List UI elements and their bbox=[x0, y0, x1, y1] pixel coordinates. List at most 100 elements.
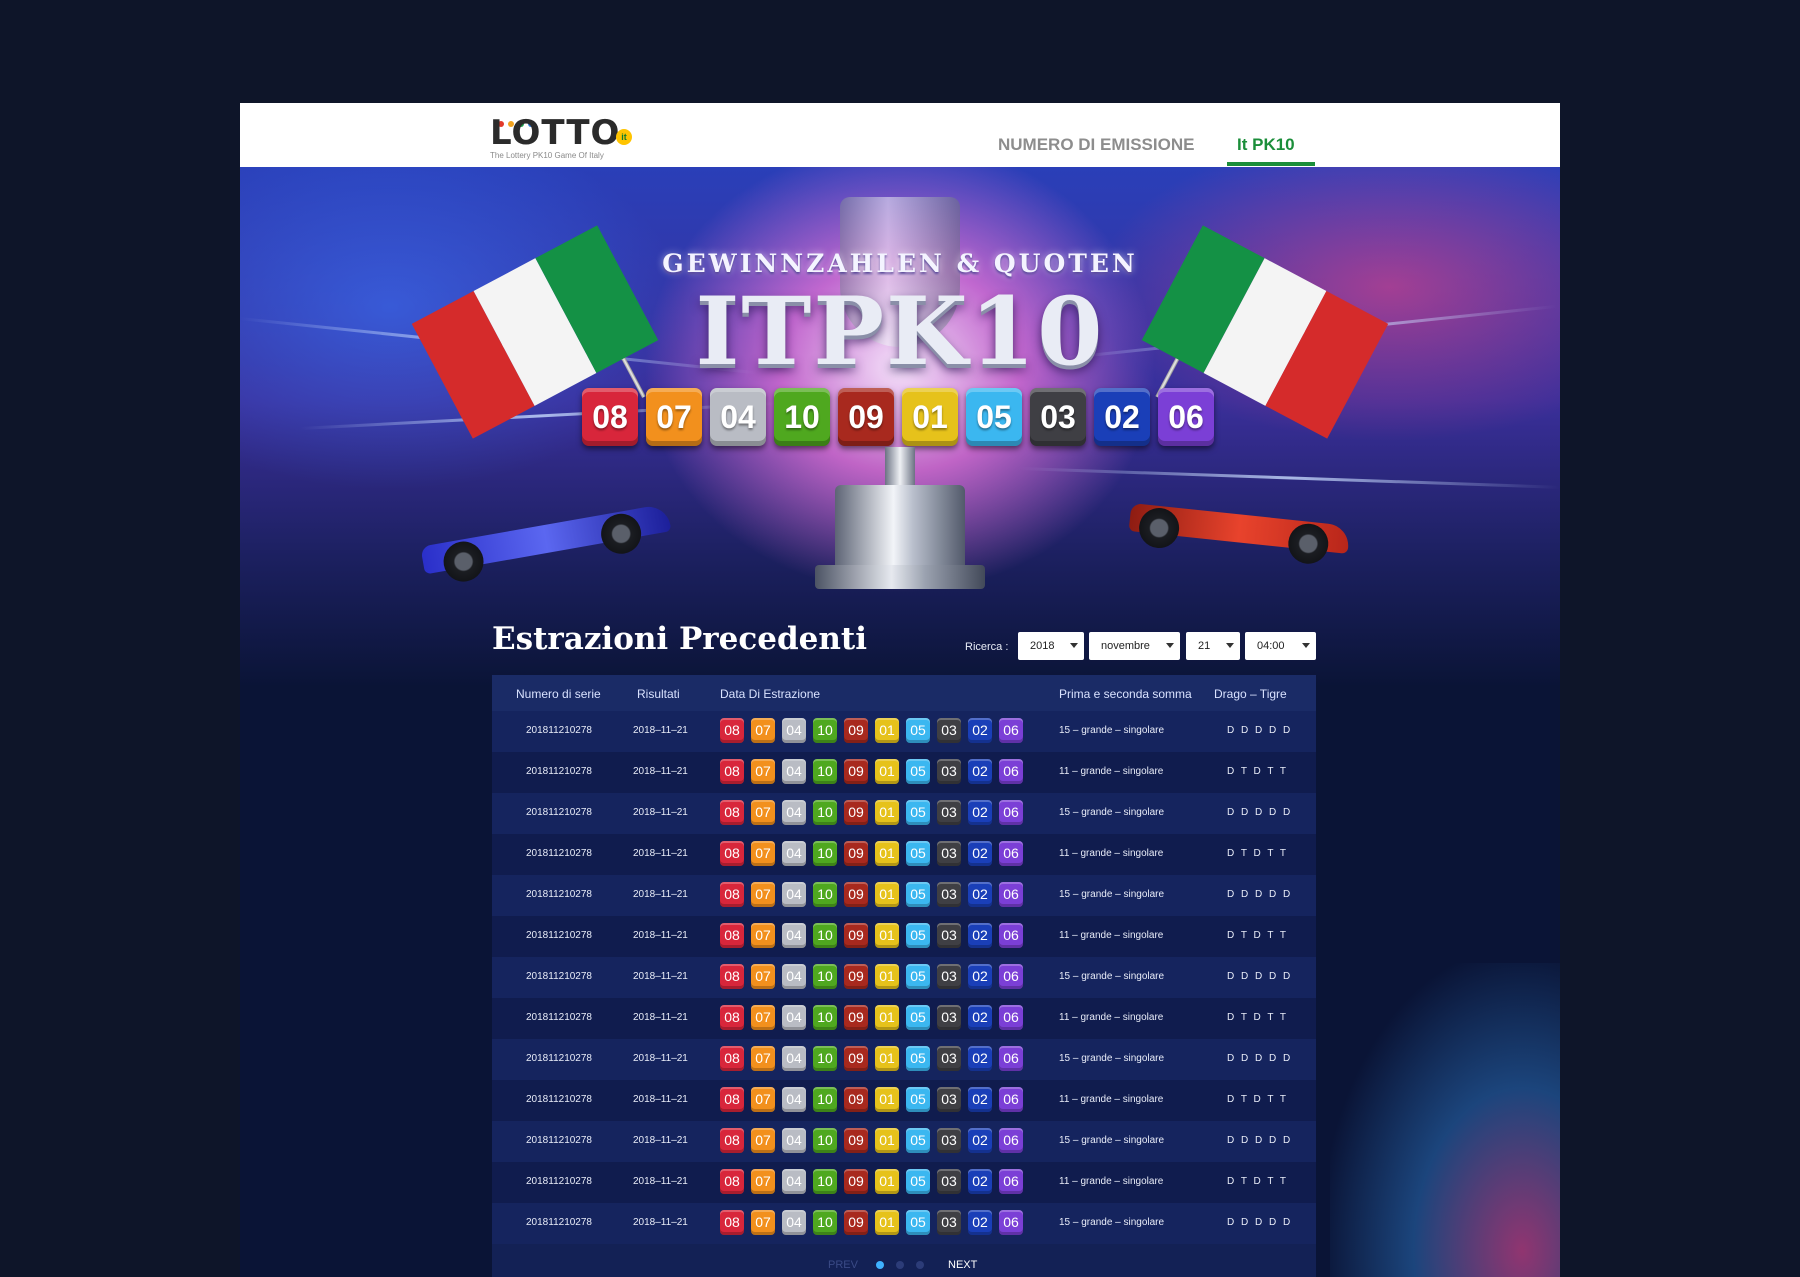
first-second-sum: 11 – grande – singolare bbox=[1059, 1012, 1164, 1023]
table-row[interactable]: 201811210278 2018–11–21 08 07 04 10 09 01 05 03 02… bbox=[492, 998, 1316, 1039]
time-select[interactable]: 04:00 bbox=[1245, 632, 1316, 660]
number-ball: 04 bbox=[782, 841, 806, 866]
light-streak bbox=[1019, 467, 1560, 489]
number-ball: 05 bbox=[906, 1210, 930, 1235]
day-select[interactable]: 21 bbox=[1186, 632, 1240, 660]
page: LOTTO it The Lottery PK10 Game Of Italy … bbox=[240, 103, 1560, 1277]
number-ball: 03 bbox=[937, 718, 961, 743]
number-ball: 05 bbox=[906, 718, 930, 743]
draw-date: 2018–11–21 bbox=[633, 1012, 688, 1023]
year-select[interactable]: 2018 bbox=[1018, 632, 1084, 660]
table-row[interactable]: 201811210278 2018–11–21 08 07 04 10 09 01 05 03 02… bbox=[492, 1203, 1316, 1244]
number-ball: 01 bbox=[875, 1005, 899, 1030]
next-page-button[interactable]: NEXT bbox=[948, 1259, 977, 1271]
pagination: PREV NEXT bbox=[492, 1255, 1316, 1275]
draw-date: 2018–11–21 bbox=[633, 807, 688, 818]
dragon-tiger: D T D T T bbox=[1227, 1094, 1288, 1105]
number-ball: 06 bbox=[999, 1210, 1023, 1235]
number-ball: 08 bbox=[720, 1005, 744, 1030]
table-row[interactable]: 201811210278 2018–11–21 08 07 04 10 09 01 05 03 02… bbox=[492, 875, 1316, 916]
number-ball: 05 bbox=[906, 1128, 930, 1153]
number-ball: 03 bbox=[937, 1128, 961, 1153]
page-dot-active[interactable] bbox=[876, 1261, 884, 1269]
number-ball: 07 bbox=[751, 759, 775, 784]
number-ball: 02 bbox=[968, 800, 992, 825]
month-select-value: novembre bbox=[1101, 640, 1150, 652]
number-ball: 07 bbox=[751, 1210, 775, 1235]
number-ball: 04 bbox=[782, 1005, 806, 1030]
table-row[interactable]: 201811210278 2018–11–21 08 07 04 10 09 01 05 03 02… bbox=[492, 957, 1316, 998]
hero-number-ball: 07 bbox=[646, 388, 702, 446]
table-row[interactable]: 201811210278 2018–11–21 08 07 04 10 09 01 05 03 02… bbox=[492, 834, 1316, 875]
serial-number: 201811210278 bbox=[526, 889, 592, 900]
number-ball: 09 bbox=[844, 1128, 868, 1153]
dragon-tiger: D T D T T bbox=[1227, 766, 1288, 777]
hero-number-ball: 10 bbox=[774, 388, 830, 446]
table-row[interactable]: 201811210278 2018–11–21 08 07 04 10 09 01 05 03 02… bbox=[492, 1039, 1316, 1080]
number-ball: 08 bbox=[720, 759, 744, 784]
table-row[interactable]: 201811210278 2018–11–21 08 07 04 10 09 01 05 03 02… bbox=[492, 1080, 1316, 1121]
table-row[interactable]: 201811210278 2018–11–21 08 07 04 10 09 01 05 03 02… bbox=[492, 793, 1316, 834]
nav-active-indicator bbox=[1227, 162, 1315, 166]
number-ball: 02 bbox=[968, 923, 992, 948]
caret-down-icon bbox=[1070, 643, 1078, 648]
table-row[interactable]: 201811210278 2018–11–21 08 07 04 10 09 01 05 03 02… bbox=[492, 916, 1316, 957]
number-ball: 01 bbox=[875, 718, 899, 743]
draw-date: 2018–11–21 bbox=[633, 1053, 688, 1064]
number-ball: 10 bbox=[813, 923, 837, 948]
number-ball: 04 bbox=[782, 1128, 806, 1153]
col-header-dragon-tiger: Drago – Tigre bbox=[1214, 687, 1287, 701]
number-ball: 06 bbox=[999, 841, 1023, 866]
number-ball: 10 bbox=[813, 1169, 837, 1194]
number-ball: 01 bbox=[875, 841, 899, 866]
number-ball: 06 bbox=[999, 1087, 1023, 1112]
page-dot[interactable] bbox=[916, 1261, 924, 1269]
number-ball: 09 bbox=[844, 759, 868, 784]
nav-it-pk10[interactable]: It PK10 bbox=[1237, 135, 1295, 155]
number-ball: 10 bbox=[813, 1087, 837, 1112]
number-ball: 02 bbox=[968, 841, 992, 866]
dragon-tiger: D D D D D bbox=[1227, 971, 1293, 982]
number-ball: 10 bbox=[813, 1210, 837, 1235]
number-ball: 01 bbox=[875, 1169, 899, 1194]
number-ball: 03 bbox=[937, 759, 961, 784]
table-row[interactable]: 201811210278 2018–11–21 08 07 04 10 09 01 05 03 02… bbox=[492, 1162, 1316, 1203]
first-second-sum: 11 – grande – singolare bbox=[1059, 766, 1164, 777]
number-ball: 10 bbox=[813, 1046, 837, 1071]
serial-number: 201811210278 bbox=[526, 1176, 592, 1187]
table-header: Numero di serie Risultati Data Di Estraz… bbox=[492, 675, 1316, 711]
number-ball: 07 bbox=[751, 882, 775, 907]
history-title: Estrazioni Precedenti bbox=[492, 621, 867, 657]
serial-number: 201811210278 bbox=[526, 971, 592, 982]
number-ball: 06 bbox=[999, 800, 1023, 825]
number-ball: 06 bbox=[999, 1169, 1023, 1194]
number-ball: 05 bbox=[906, 841, 930, 866]
number-ball: 09 bbox=[844, 964, 868, 989]
first-second-sum: 15 – grande – singolare bbox=[1059, 971, 1165, 982]
table-row[interactable]: 201811210278 2018–11–21 08 07 04 10 09 01 05 03 02… bbox=[492, 752, 1316, 793]
number-ball: 10 bbox=[813, 800, 837, 825]
number-ball: 07 bbox=[751, 800, 775, 825]
draw-date: 2018–11–21 bbox=[633, 930, 688, 941]
number-ball: 07 bbox=[751, 1169, 775, 1194]
nav-numero-di-emissione[interactable]: NUMERO DI EMISSIONE bbox=[998, 135, 1194, 155]
lotto-logo[interactable]: LOTTO it The Lottery PK10 Game Of Italy bbox=[490, 111, 660, 163]
dragon-tiger: D D D D D bbox=[1227, 1135, 1293, 1146]
serial-number: 201811210278 bbox=[526, 1094, 592, 1105]
draw-date: 2018–11–21 bbox=[633, 766, 688, 777]
trophy-foot bbox=[815, 565, 985, 589]
page-dot[interactable] bbox=[896, 1261, 904, 1269]
table-row[interactable]: 201811210278 2018–11–21 08 07 04 10 09 01 05 03 02… bbox=[492, 711, 1316, 752]
number-ball: 07 bbox=[751, 923, 775, 948]
first-second-sum: 15 – grande – singolare bbox=[1059, 889, 1165, 900]
prev-page-button[interactable]: PREV bbox=[828, 1259, 858, 1271]
serial-number: 201811210278 bbox=[526, 807, 592, 818]
hero-title: ITPK10 bbox=[695, 277, 1105, 387]
table-row[interactable]: 201811210278 2018–11–21 08 07 04 10 09 01 05 03 02… bbox=[492, 1121, 1316, 1162]
dragon-tiger: D T D T T bbox=[1227, 930, 1288, 941]
month-select[interactable]: novembre bbox=[1089, 632, 1180, 660]
dragon-tiger: D D D D D bbox=[1227, 1053, 1293, 1064]
number-ball: 04 bbox=[782, 800, 806, 825]
number-ball: 02 bbox=[968, 964, 992, 989]
number-ball: 04 bbox=[782, 1169, 806, 1194]
